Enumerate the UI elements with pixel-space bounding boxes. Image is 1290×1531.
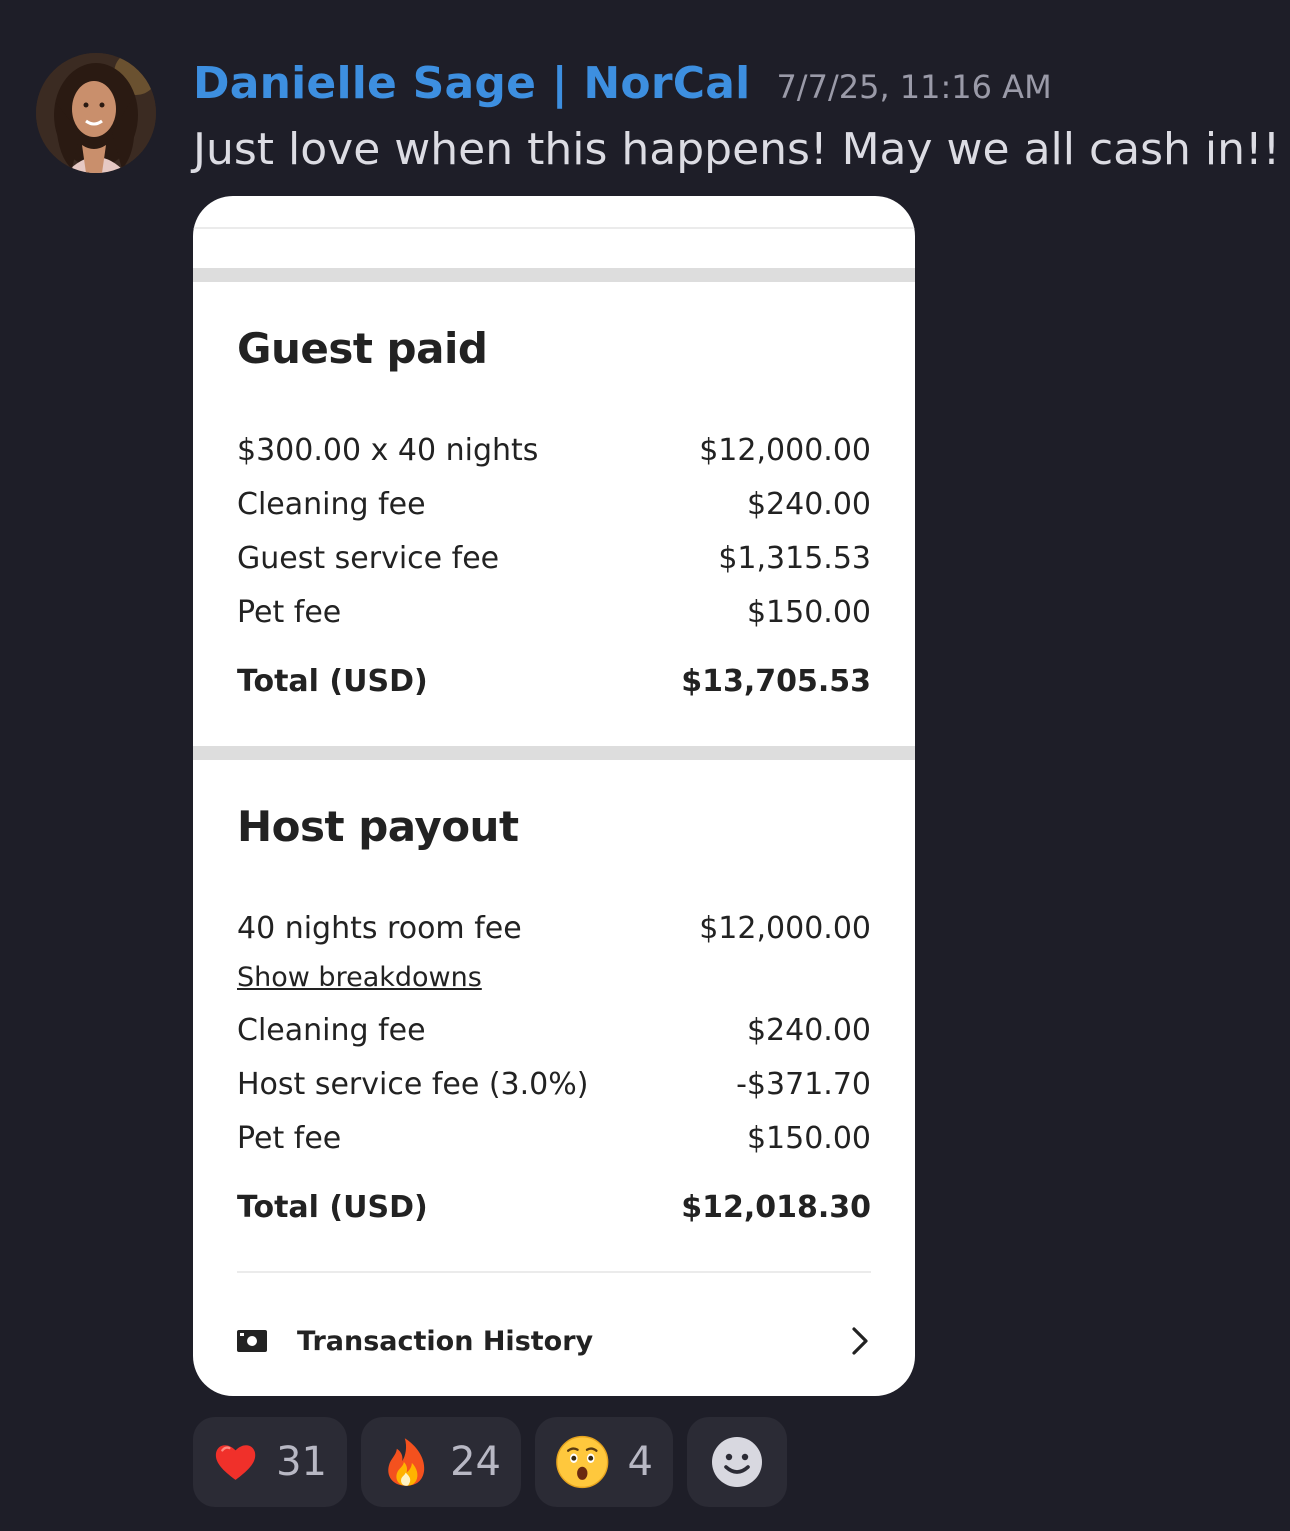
row-label: Host service fee (3.0%) [237,1066,589,1102]
message-text: Just love when this happens! May we all … [193,123,1281,175]
red-heart-icon [215,1445,256,1480]
total-label: Total (USD) [237,663,428,699]
guest-total-row: Total (USD) $13,705.53 [237,661,871,701]
show-breakdowns-link[interactable]: Show breakdowns [237,962,482,993]
row-label: Guest service fee [237,540,500,576]
guest-row: $300.00 x 40 nights $12,000.00 [237,430,871,470]
reactions-bar: 31 24 4 [193,1417,801,1507]
divider [237,1271,871,1273]
attachment-image[interactable]: Guest paid $300.00 x 40 nights $12,000.0… [193,196,915,1396]
chevron-right-icon [852,1327,868,1355]
total-value: $13,705.53 [681,663,871,699]
row-value: $12,000.00 [699,910,871,946]
total-label: Total (USD) [237,1189,428,1225]
chat-message: Danielle Sage | NorCal 7/7/25, 11:16 AM … [0,0,1290,1531]
avatar-photo [36,53,156,173]
guest-row: Cleaning fee $240.00 [237,484,871,524]
cash-icon [237,1330,267,1352]
total-value: $12,018.30 [681,1189,871,1225]
transaction-history-row[interactable]: Transaction History [237,1316,871,1366]
host-payout-title: Host payout [237,802,519,851]
row-value: $1,315.53 [718,540,871,576]
add-reaction-button[interactable] [687,1417,787,1507]
row-label: Pet fee [237,594,342,630]
section-separator [193,746,915,760]
message-timestamp: 7/7/25, 11:16 AM [776,68,1052,106]
fire-icon [388,1438,425,1486]
host-row: Host service fee (3.0%) -$371.70 [237,1064,871,1104]
row-value: $150.00 [746,1120,871,1156]
row-label: Pet fee [237,1120,342,1156]
reaction-fire[interactable]: 24 [361,1417,521,1507]
row-value: $12,000.00 [699,432,871,468]
message-content: Just love when this happens! May we all … [193,120,1290,178]
row-label: 40 nights room fee [237,910,522,946]
reaction-count: 24 [450,1439,501,1485]
row-value: -$371.70 [736,1066,871,1102]
host-row: Cleaning fee $240.00 [237,1010,871,1050]
section-separator [193,268,915,282]
row-label: Cleaning fee [237,486,426,522]
row-label: $300.00 x 40 nights [237,432,539,468]
reaction-count: 31 [276,1439,327,1485]
transaction-history-label: Transaction History [297,1325,594,1357]
reaction-heart[interactable]: 31 [193,1417,347,1507]
host-row: 40 nights room fee $12,000.00 [237,908,871,948]
row-label: Cleaning fee [237,1012,426,1048]
guest-row: Guest service fee $1,315.53 [237,538,871,578]
guest-row: Pet fee $150.00 [237,592,871,632]
author-name[interactable]: Danielle Sage | NorCal [193,58,750,109]
row-value: $240.00 [746,1012,871,1048]
row-value: $240.00 [746,486,871,522]
message-header: Danielle Sage | NorCal 7/7/25, 11:16 AM [193,58,1052,109]
reaction-count: 4 [627,1439,653,1485]
divider [193,227,915,229]
hushed-face-icon [556,1435,609,1489]
guest-paid-title: Guest paid [237,324,488,373]
add-reaction-icon [712,1437,762,1487]
reaction-hushed[interactable]: 4 [535,1417,673,1507]
host-total-row: Total (USD) $12,018.30 [237,1187,871,1227]
row-value: $150.00 [746,594,871,630]
avatar[interactable] [36,53,156,173]
host-row: Pet fee $150.00 [237,1118,871,1158]
